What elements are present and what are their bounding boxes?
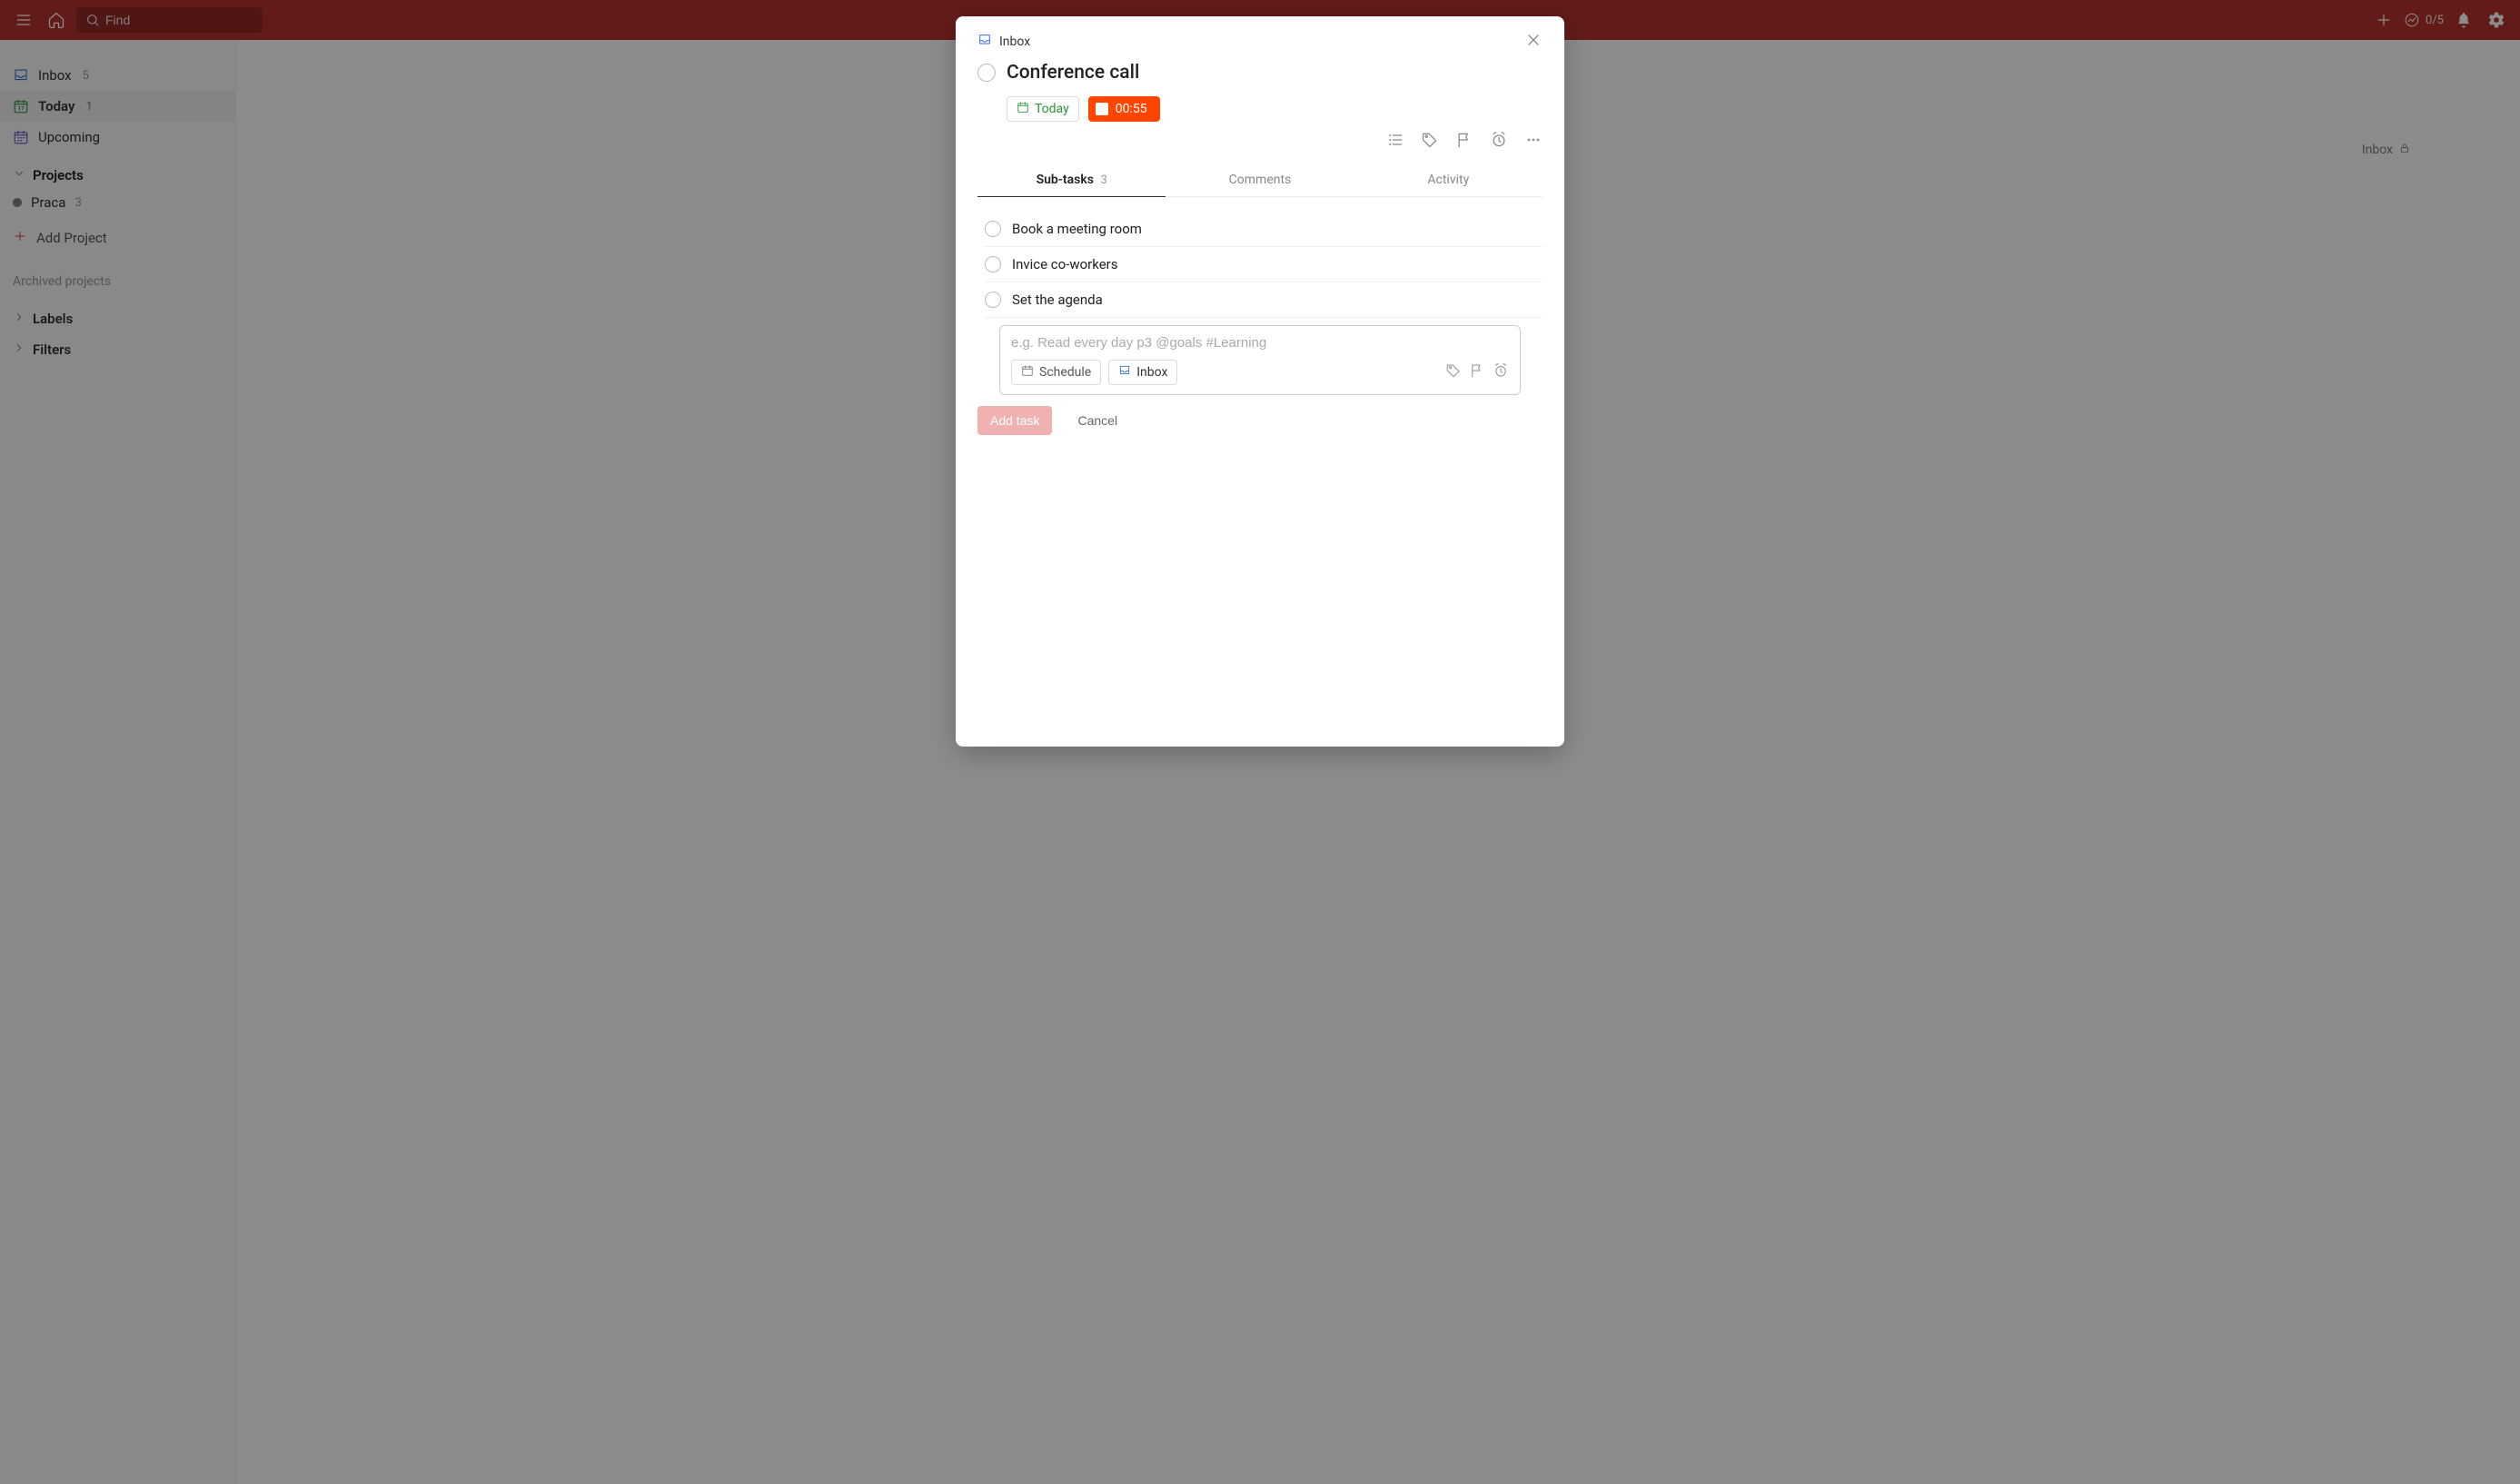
reminder-icon[interactable] bbox=[1493, 362, 1509, 382]
add-task-button[interactable]: Add task bbox=[977, 406, 1052, 435]
tab-comments[interactable]: Comments bbox=[1166, 163, 1354, 196]
new-subtask-input[interactable] bbox=[1011, 335, 1509, 351]
schedule-label: Schedule bbox=[1039, 365, 1091, 380]
modal-breadcrumb[interactable]: Inbox bbox=[977, 33, 1030, 51]
stop-icon bbox=[1096, 103, 1108, 115]
subtask-checkbox[interactable] bbox=[985, 221, 1001, 237]
flag-icon[interactable] bbox=[1455, 131, 1473, 153]
flag-icon[interactable] bbox=[1469, 362, 1485, 382]
calendar-icon bbox=[1017, 101, 1029, 117]
tab-subtasks[interactable]: Sub-tasks 3 bbox=[977, 163, 1166, 197]
timer-text: 00:55 bbox=[1116, 102, 1147, 116]
subtasks-icon[interactable] bbox=[1386, 131, 1404, 153]
subtask-checkbox[interactable] bbox=[985, 256, 1001, 272]
project-select-button[interactable]: Inbox bbox=[1108, 360, 1177, 385]
close-icon[interactable] bbox=[1524, 31, 1543, 53]
calendar-icon bbox=[1021, 364, 1034, 381]
label-icon[interactable] bbox=[1445, 362, 1462, 382]
tab-activity[interactable]: Activity bbox=[1354, 163, 1543, 196]
inbox-icon bbox=[977, 33, 992, 51]
inbox-icon bbox=[1118, 364, 1131, 381]
tab-label: Activity bbox=[1427, 173, 1469, 187]
modal-scrim[interactable]: Inbox Conference call Today 00:55 bbox=[0, 0, 2520, 1484]
more-icon[interactable] bbox=[1524, 131, 1543, 153]
subtask-checkbox[interactable] bbox=[985, 292, 1001, 308]
tab-label: Comments bbox=[1229, 173, 1292, 187]
modal-tabs: Sub-tasks 3 Comments Activity bbox=[977, 163, 1543, 197]
subtask-item[interactable]: Set the agenda bbox=[985, 282, 1543, 318]
cancel-button[interactable]: Cancel bbox=[1065, 406, 1130, 435]
subtask-label: Set the agenda bbox=[1012, 292, 1103, 308]
project-label: Inbox bbox=[1136, 365, 1167, 380]
due-date-button[interactable]: Today bbox=[1007, 96, 1079, 122]
reminder-icon[interactable] bbox=[1490, 131, 1508, 153]
subtask-list: Book a meeting room Invice co-workers Se… bbox=[956, 197, 1564, 446]
tab-label: Sub-tasks bbox=[1037, 173, 1094, 187]
task-action-bar bbox=[956, 131, 1564, 158]
subtask-label: Invice co-workers bbox=[1012, 256, 1118, 272]
task-title[interactable]: Conference call bbox=[1007, 62, 1139, 84]
breadcrumb-label: Inbox bbox=[999, 35, 1030, 49]
timer-button[interactable]: 00:55 bbox=[1088, 96, 1160, 122]
task-modal: Inbox Conference call Today 00:55 bbox=[956, 16, 1564, 747]
subtask-label: Book a meeting room bbox=[1012, 221, 1142, 237]
due-date-label: Today bbox=[1035, 102, 1069, 116]
subtask-item[interactable]: Book a meeting room bbox=[985, 212, 1543, 247]
tab-count: 3 bbox=[1100, 173, 1106, 187]
new-subtask-editor: Schedule Inbox bbox=[999, 325, 1521, 395]
schedule-button[interactable]: Schedule bbox=[1011, 360, 1101, 385]
label-icon[interactable] bbox=[1421, 131, 1439, 153]
subtask-item[interactable]: Invice co-workers bbox=[985, 247, 1543, 282]
task-complete-checkbox[interactable] bbox=[977, 64, 996, 82]
